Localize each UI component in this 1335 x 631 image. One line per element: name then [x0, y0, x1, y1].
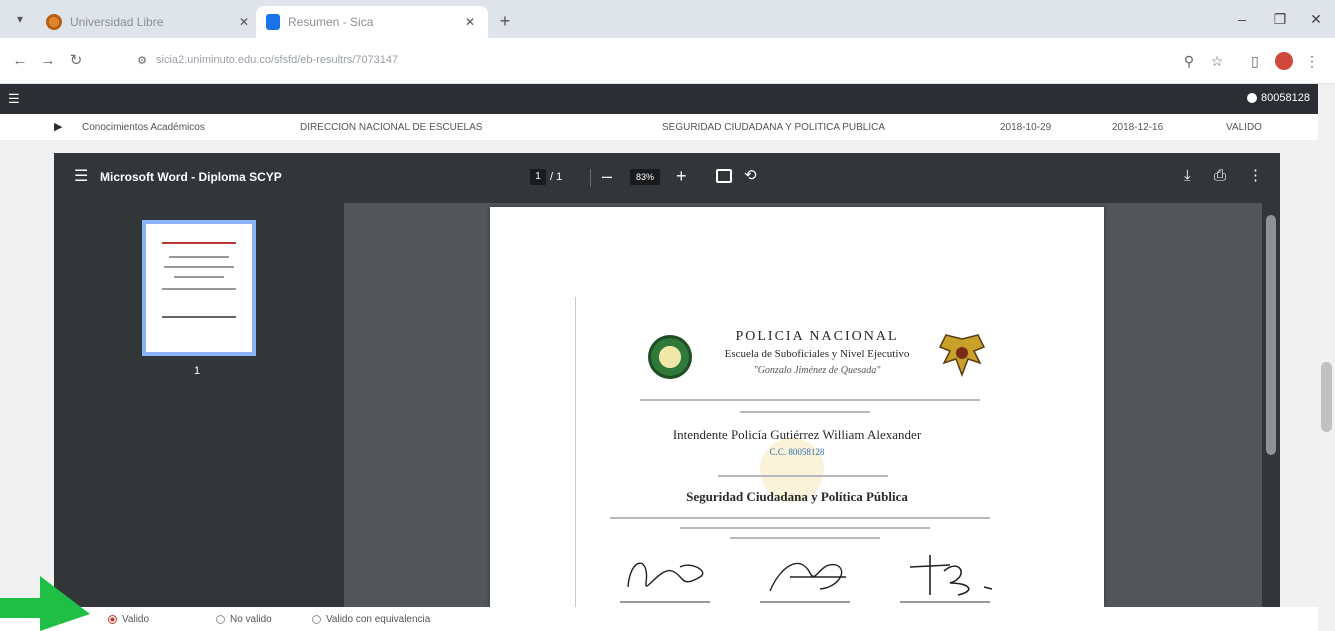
- thumb-line: [169, 256, 229, 258]
- minimize-icon[interactable]: –: [1224, 8, 1260, 30]
- user-label: 80058128: [1261, 92, 1310, 104]
- page-number-input[interactable]: 1: [530, 169, 546, 185]
- option-valid-equiv-label: Valido con equivalencia: [326, 614, 431, 625]
- page-scrollbar-thumb[interactable]: [1321, 362, 1332, 432]
- signature-caption-line: [620, 601, 710, 603]
- tab-title: Universidad Libre: [70, 15, 164, 29]
- pdf-page: POLICIA NACIONAL Escuela de Suboficiales…: [490, 207, 1104, 607]
- fine-print-line: [740, 411, 870, 413]
- hamburger-menu-icon[interactable]: ☰: [8, 90, 20, 108]
- fit-page-icon[interactable]: [716, 169, 732, 183]
- pdf-more-icon[interactable]: ⋮: [1248, 166, 1263, 186]
- signature-3: [909, 555, 993, 596]
- diploma-id: C.C. 80058128: [769, 447, 825, 457]
- forward-arrow-icon[interactable]: →: [36, 49, 60, 73]
- user-icon: [1247, 93, 1258, 103]
- fine-print-line: [730, 537, 880, 539]
- restore-icon[interactable]: ❐: [1262, 8, 1298, 30]
- diploma-header: POLICIA NACIONAL: [735, 329, 899, 344]
- record-row[interactable]: ▶ Conocimientos Académicos DIRECCION NAC…: [0, 114, 1318, 140]
- favicon-icon: [46, 14, 62, 30]
- signature-2: [769, 562, 846, 592]
- signature-1: [627, 562, 704, 588]
- zoom-input[interactable]: 83%: [630, 169, 660, 185]
- close-tab-icon[interactable]: ✕: [462, 15, 478, 29]
- fine-print-line: [610, 517, 990, 519]
- option-valid-equiv[interactable]: Valido con equivalencia: [312, 614, 430, 625]
- option-valid-label: Valido: [122, 614, 150, 625]
- pdf-scrollbar-thumb[interactable]: [1266, 215, 1276, 455]
- fine-print-line: [718, 475, 888, 477]
- radio-valid-equiv[interactable]: [312, 615, 321, 624]
- toolbar-divider: [590, 169, 591, 187]
- rotate-icon[interactable]: ⟲: [744, 166, 757, 186]
- thumb-line: [174, 276, 224, 278]
- zoom-in-icon[interactable]: +: [676, 165, 687, 187]
- record-type: Conocimientos Académicos: [82, 122, 205, 133]
- radio-valid[interactable]: [108, 615, 117, 624]
- url-text[interactable]: sicia2.uniminuto.edu.co/sfsfd/eb-resultr…: [156, 54, 398, 66]
- zoom-icon[interactable]: ⚲: [1178, 50, 1200, 72]
- pdf-viewer: ☰ Microsoft Word - Diploma SCYP 1 / 1 – …: [54, 153, 1280, 607]
- tab-universidad-libre[interactable]: Universidad Libre ✕: [36, 6, 262, 38]
- thumb-line: [162, 242, 236, 244]
- browser-toolbar: ← → ↻ ⚙ sicia2.uniminuto.edu.co/sfsfd/eb…: [0, 38, 1335, 84]
- browser-tab-strip: ▾ Universidad Libre ✕ Resumen - Sica ✕ +…: [0, 0, 1335, 38]
- user-menu[interactable]: 80058128: [1247, 92, 1310, 104]
- radio-not-valid[interactable]: [216, 615, 225, 624]
- pdf-menu-icon[interactable]: ☰: [74, 168, 88, 186]
- back-arrow-icon[interactable]: ←: [8, 49, 32, 73]
- diploma-school: Escuela de Suboficiales y Nivel Ejecutiv…: [724, 348, 910, 360]
- option-not-valid[interactable]: No valido: [216, 614, 272, 625]
- tab-title: Resumen - Sica: [288, 15, 374, 29]
- record-start-date: 2018-10-29: [1000, 122, 1052, 133]
- signature-caption-line: [760, 601, 850, 603]
- record-program: SEGURIDAD CIUDADANA Y POLITICA PUBLICA: [662, 122, 886, 133]
- page-scrollbar[interactable]: [1318, 84, 1335, 631]
- more-vert-icon[interactable]: ⋮: [1305, 50, 1319, 72]
- thumb-line: [164, 266, 234, 268]
- close-tab-icon[interactable]: ✕: [236, 15, 252, 29]
- thumb-line: [162, 316, 236, 318]
- download-icon[interactable]: ⤓: [1184, 166, 1191, 186]
- tab-resumen[interactable]: Resumen - Sica ✕: [256, 6, 488, 38]
- page-total: / 1: [550, 171, 563, 183]
- profile-icon[interactable]: [1275, 52, 1293, 70]
- option-valid[interactable]: Valido: [108, 614, 149, 625]
- fine-print-line: [680, 527, 930, 529]
- tab-search-icon[interactable]: ▾: [10, 10, 30, 28]
- pdf-toolbar: ☰ Microsoft Word - Diploma SCYP 1 / 1 – …: [54, 153, 1280, 203]
- record-status: VALIDO: [1226, 122, 1262, 133]
- pdf-thumbnail-sidebar: 1: [54, 203, 344, 607]
- fine-print-line: [640, 399, 980, 401]
- site-info-icon[interactable]: ⚙: [134, 53, 150, 69]
- validation-options: Valido No valido Valido con equivalencia: [0, 607, 1318, 631]
- thumbnail-page-number: 1: [194, 365, 201, 377]
- option-not-valid-label: No valido: [230, 614, 272, 625]
- diploma-course: Seguridad Ciudadana y Política Pública: [686, 489, 908, 504]
- thumb-line: [162, 288, 236, 290]
- record-institution: DIRECCION NACIONAL DE ESCUELAS: [300, 122, 483, 133]
- zoom-out-icon[interactable]: –: [602, 166, 612, 186]
- print-icon[interactable]: ⎙: [1214, 166, 1226, 186]
- annotation-arrow-icon: [0, 576, 90, 631]
- screen: ▾ Universidad Libre ✕ Resumen - Sica ✕ +…: [0, 0, 1335, 631]
- page-thumbnail[interactable]: [142, 220, 256, 356]
- address-bar[interactable]: ⚙ sicia2.uniminuto.edu.co/sfsfd/eb-resul…: [130, 46, 1150, 76]
- record-end-date: 2018-12-16: [1112, 122, 1164, 133]
- new-tab-icon[interactable]: +: [494, 11, 516, 33]
- diploma-motto: "Gonzalo Jiménez de Quesada": [753, 365, 881, 376]
- favicon-icon: [266, 14, 280, 30]
- bookmark-star-icon[interactable]: ☆: [1206, 50, 1228, 72]
- close-window-icon[interactable]: ✕: [1298, 8, 1334, 30]
- signature-caption-line: [900, 601, 990, 603]
- expand-arrow-icon[interactable]: ▶: [54, 120, 62, 133]
- side-panel-icon[interactable]: ▯: [1244, 50, 1266, 72]
- reload-icon[interactable]: ↻: [64, 49, 88, 73]
- app-header: ☰ 80058128: [0, 84, 1318, 114]
- diploma-recipient: Intendente Policía Gutiérrez William Ale…: [672, 427, 922, 442]
- pdf-title: Microsoft Word - Diploma SCYP: [100, 170, 282, 184]
